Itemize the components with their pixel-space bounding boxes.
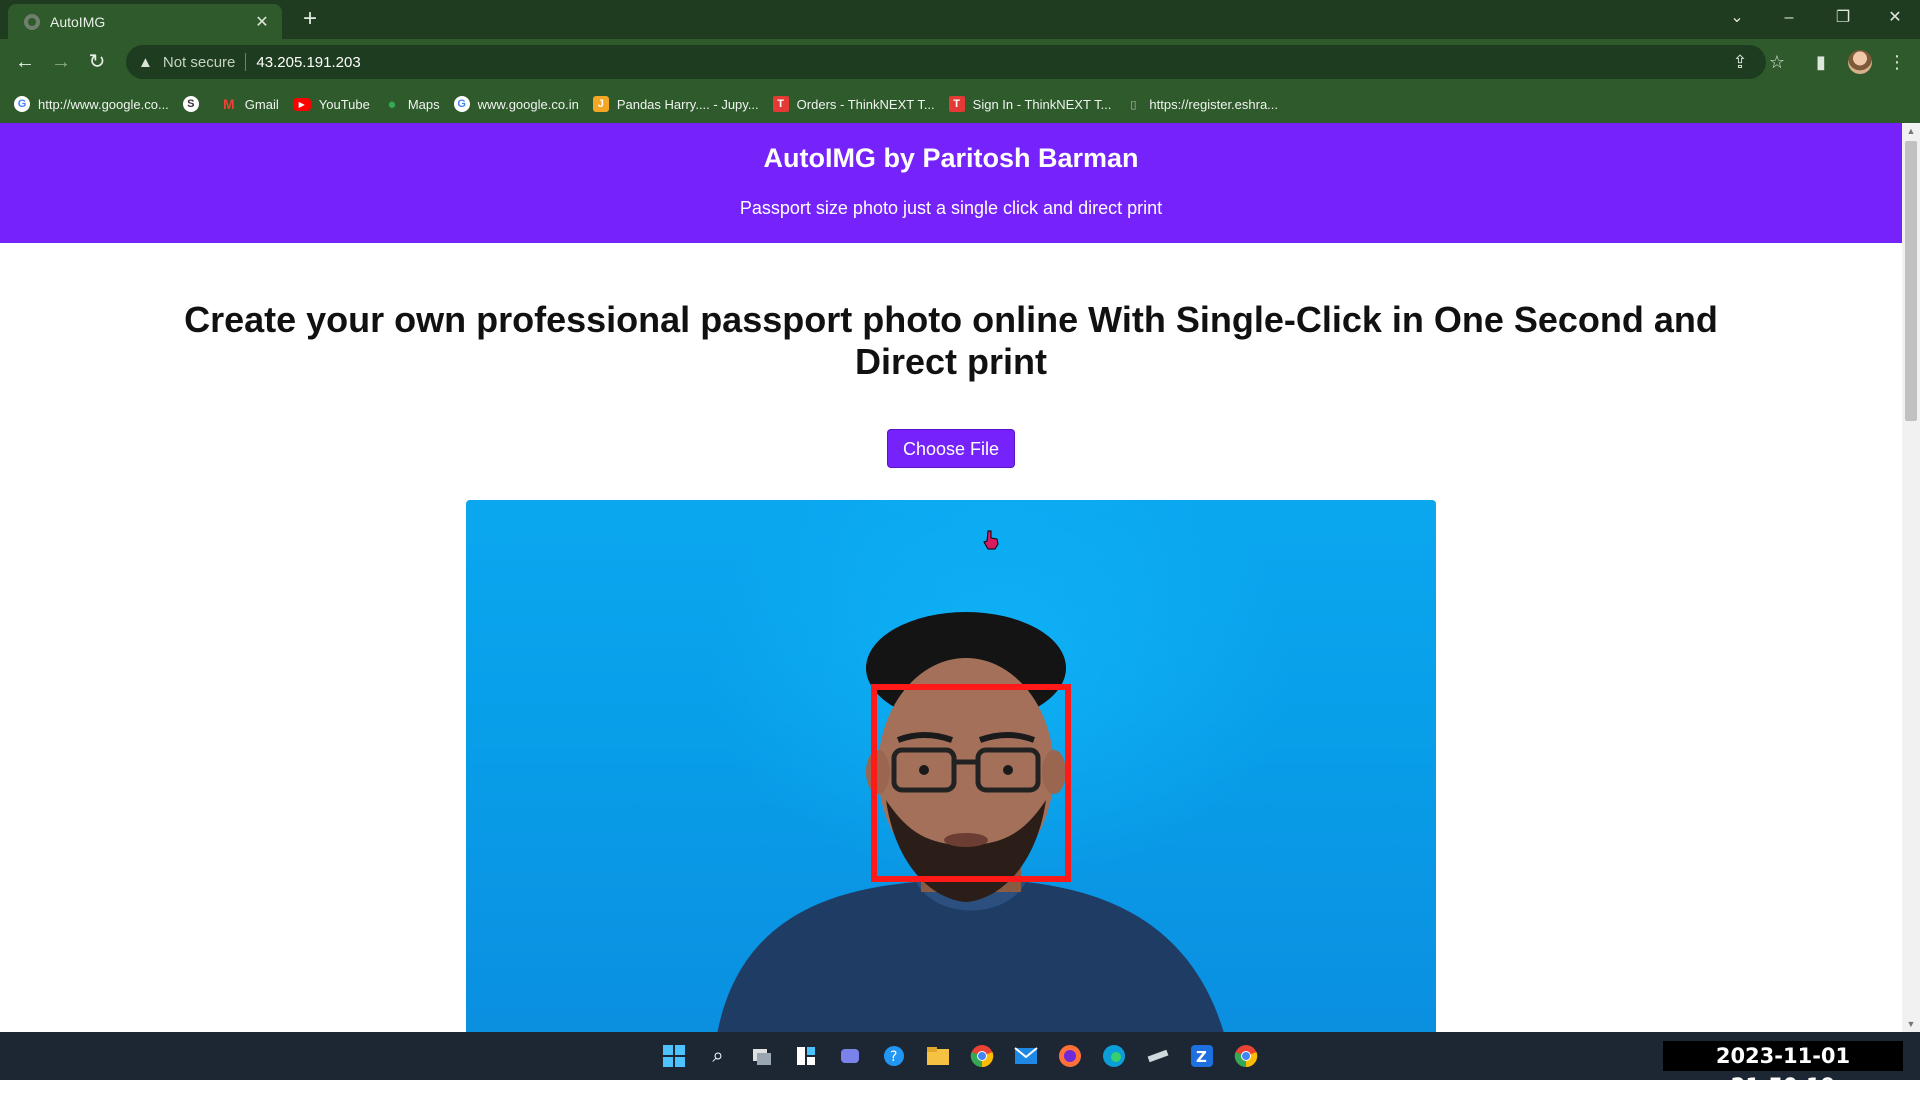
- tab-search-icon[interactable]: ⌄: [1722, 6, 1752, 30]
- tab-autoimg[interactable]: AutoIMG ✕: [8, 4, 282, 39]
- restore-button[interactable]: ❐: [1828, 6, 1858, 30]
- chrome-profile-icon[interactable]: [1232, 1042, 1260, 1070]
- bookmarks-bar: Ghttp://www.google.co... S M Gmail ▶ YouTu…: [0, 85, 1920, 123]
- close-window-button[interactable]: ✕: [1880, 6, 1910, 30]
- share-icon[interactable]: ⇪: [1727, 49, 1753, 75]
- bookmark-item[interactable]: ● Maps: [384, 95, 439, 113]
- bookmark-item[interactable]: J Pandas Harry.... - Jupy...: [592, 96, 759, 112]
- taskbar: ⌕ ? Z: [0, 1032, 1920, 1080]
- forward-button[interactable]: →: [46, 47, 76, 77]
- globe-icon: [24, 13, 40, 30]
- scroll-down-icon[interactable]: ▼: [1902, 1016, 1920, 1032]
- teams-chat-icon[interactable]: [836, 1042, 864, 1070]
- gmail-icon: M: [222, 96, 235, 112]
- webcam-preview: [466, 500, 1436, 1032]
- jupyter-icon: J: [592, 96, 609, 112]
- menu-icon[interactable]: ⋮: [1884, 49, 1910, 75]
- page-headline: Create your own professional passport ph…: [184, 299, 1718, 382]
- choose-file-button[interactable]: Choose File: [888, 430, 1014, 467]
- edge-icon[interactable]: [1100, 1042, 1128, 1070]
- tab-strip: AutoIMG ✕ + ⌄ – ❐ ✕: [0, 0, 1920, 39]
- new-tab-button[interactable]: +: [296, 5, 324, 33]
- svg-text:Z: Z: [1196, 1048, 1207, 1066]
- widgets-icon[interactable]: [792, 1042, 820, 1070]
- side-panel-icon[interactable]: ▮: [1808, 49, 1834, 75]
- address-bar[interactable]: ▲ Not secure 43.205.191.203: [126, 45, 1766, 79]
- svg-text:?: ?: [890, 1049, 897, 1065]
- mail-icon[interactable]: [1012, 1042, 1040, 1070]
- scrollbar-thumb[interactable]: [1905, 141, 1917, 421]
- file-explorer-icon[interactable]: [924, 1042, 952, 1070]
- back-button[interactable]: ←: [10, 47, 40, 77]
- site-title: AutoIMG by Paritosh Barman: [763, 143, 1139, 173]
- chrome-icon[interactable]: [968, 1042, 996, 1070]
- bookmark-item[interactable]: Gwww.google.co.in: [453, 96, 579, 112]
- date-time-overlay: 2023-11-01 21:50:19: [1663, 1041, 1903, 1098]
- youtube-icon: ▶: [292, 97, 311, 111]
- search-icon[interactable]: ⌕: [704, 1042, 732, 1070]
- warning-icon[interactable]: ▲: [138, 54, 153, 71]
- hand-cursor-icon: [983, 530, 999, 550]
- bookmark-star-icon[interactable]: ☆: [1764, 49, 1790, 75]
- browser-toolbar: ← → ↻ ▲ Not secure 43.205.191.203 ⇪ ☆ ▮ …: [0, 39, 1920, 85]
- thinknext-icon: T: [772, 96, 789, 112]
- profile-avatar[interactable]: [1848, 50, 1872, 74]
- bookmark-item[interactable]: M Gmail: [221, 96, 279, 112]
- bookmark-item[interactable]: Ghttp://www.google.co...: [14, 96, 169, 112]
- thinknext-icon: T: [948, 96, 965, 112]
- help-icon[interactable]: ?: [880, 1042, 908, 1070]
- bookmark-item[interactable]: T Sign In - ThinkNEXT T...: [948, 96, 1111, 112]
- close-tab-icon[interactable]: ✕: [250, 12, 274, 32]
- site-header: AutoIMG by Paritosh Barman Passport size…: [0, 123, 1902, 243]
- bookmark-item[interactable]: ▶ YouTube: [292, 97, 370, 112]
- page-viewport: AutoIMG by Paritosh Barman Passport size…: [0, 123, 1902, 1032]
- minimize-button[interactable]: –: [1774, 6, 1804, 30]
- address-divider: [245, 53, 247, 71]
- bookmark-item[interactable]: ▯ https://register.eshra...: [1125, 96, 1278, 112]
- zoom-app-icon[interactable]: Z: [1188, 1042, 1216, 1070]
- tab-title: AutoIMG: [50, 13, 106, 30]
- reload-button[interactable]: ↻: [82, 47, 112, 77]
- page-icon: ▯: [1130, 98, 1137, 111]
- skype-icon: S: [182, 96, 199, 112]
- url-text[interactable]: 43.205.191.203: [256, 54, 360, 71]
- page-scrollbar[interactable]: ▲ ▼: [1902, 123, 1920, 1032]
- maps-icon: ●: [387, 95, 397, 113]
- scroll-up-icon[interactable]: ▲: [1902, 123, 1920, 139]
- google-icon: G: [453, 96, 470, 112]
- windows-start-icon[interactable]: [660, 1042, 688, 1070]
- google-icon: G: [14, 96, 30, 112]
- security-label[interactable]: Not secure: [163, 54, 236, 71]
- task-view-icon[interactable]: [748, 1042, 776, 1070]
- bookmark-item[interactable]: T Orders - ThinkNEXT T...: [772, 96, 935, 112]
- site-subtitle: Passport size photo just a single click …: [739, 198, 1163, 218]
- bookmark-item[interactable]: S: [182, 96, 207, 112]
- pen-tool-icon[interactable]: [1144, 1042, 1172, 1070]
- firefox-icon[interactable]: [1056, 1042, 1084, 1070]
- face-detection-box: [871, 684, 1071, 882]
